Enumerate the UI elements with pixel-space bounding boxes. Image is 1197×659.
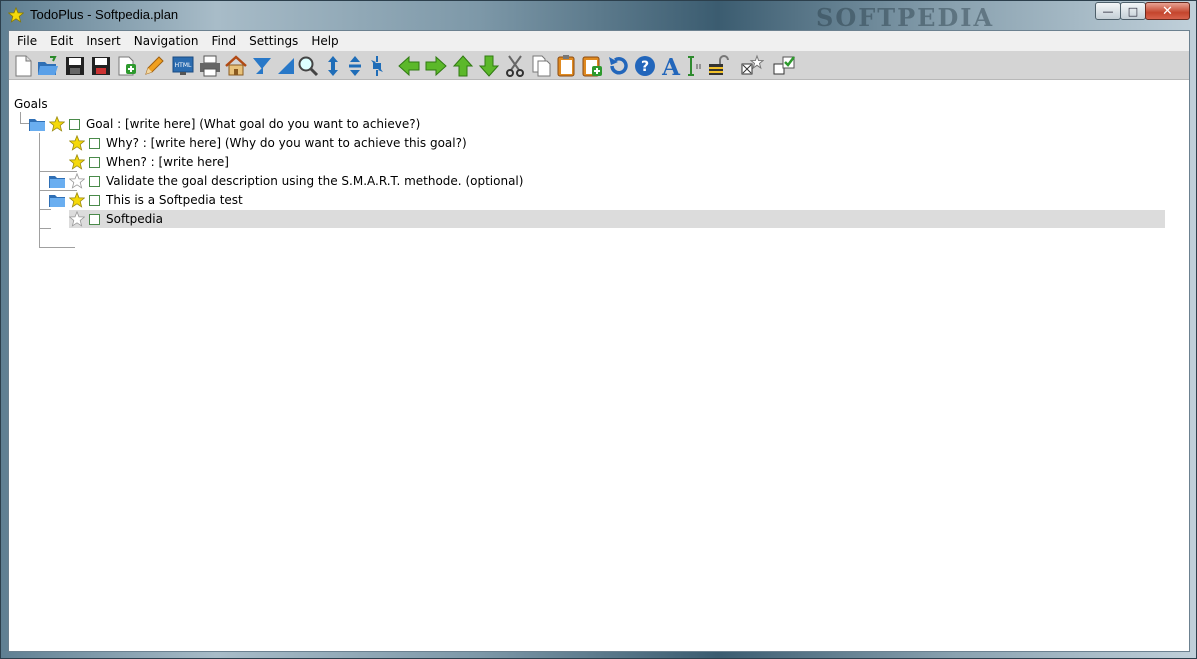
- new-file-icon[interactable]: [11, 54, 35, 78]
- close-button[interactable]: ✕: [1145, 2, 1190, 20]
- menu-navigation[interactable]: Navigation: [128, 31, 205, 51]
- tree-node-when[interactable]: When? : [write here]: [69, 153, 229, 171]
- add-file-icon[interactable]: [115, 54, 139, 78]
- star-empty-icon[interactable]: [69, 173, 85, 189]
- task-checkbox[interactable]: [89, 156, 100, 168]
- move-vertical-icon[interactable]: [321, 54, 345, 78]
- tree-node-validate[interactable]: Validate the goal description using the …: [49, 172, 523, 190]
- search-icon[interactable]: [296, 54, 320, 78]
- folder-icon[interactable]: [29, 117, 45, 131]
- menu-settings[interactable]: Settings: [243, 31, 304, 51]
- star-gold-icon[interactable]: [69, 135, 85, 151]
- arrow-down-icon[interactable]: [477, 54, 501, 78]
- tree-node-why[interactable]: Why? : [write here] (Why do you want to …: [69, 134, 467, 152]
- node-label[interactable]: Why? : [write here] (Why do you want to …: [106, 136, 467, 150]
- tree-node-softpedia-test[interactable]: This is a Softpedia test: [49, 191, 243, 209]
- home-icon[interactable]: [224, 54, 248, 78]
- close-icon: ✕: [1162, 3, 1173, 19]
- menu-help[interactable]: Help: [305, 31, 344, 51]
- arrow-up-icon[interactable]: [451, 54, 475, 78]
- maximize-button[interactable]: □: [1120, 2, 1146, 20]
- checked-box-icon[interactable]: [772, 54, 796, 78]
- html-export-label: HTML: [175, 62, 192, 69]
- menu-insert[interactable]: Insert: [80, 31, 126, 51]
- node-label[interactable]: Validate the goal description using the …: [106, 174, 523, 188]
- svg-text:?: ?: [641, 59, 649, 75]
- folder-icon[interactable]: [49, 174, 65, 188]
- open-folder-icon[interactable]: [36, 54, 60, 78]
- folder-icon[interactable]: [49, 193, 65, 207]
- print-icon[interactable]: [198, 54, 222, 78]
- expand-icon[interactable]: [273, 54, 297, 78]
- move-all-icon[interactable]: [365, 54, 389, 78]
- html-export-icon[interactable]: HTML: [171, 54, 195, 78]
- task-checkbox[interactable]: [89, 137, 100, 149]
- pencil-icon[interactable]: [142, 54, 166, 78]
- app-star-icon: [8, 7, 24, 23]
- text-cursor-icon[interactable]: [683, 54, 707, 78]
- goal-tree: Goals Goal : [write here] (What goal do …: [9, 80, 1189, 651]
- unlock-icon[interactable]: [707, 54, 731, 78]
- save-icon[interactable]: [63, 54, 87, 78]
- help-icon[interactable]: ?: [633, 54, 657, 78]
- menu-bar: File Edit Insert Navigation Find Setting…: [9, 31, 1189, 51]
- title-bar[interactable]: TodoPlus - Softpedia.plan SOFTPEDIA — □ …: [1, 1, 1196, 32]
- move-up-down-icon[interactable]: [343, 54, 367, 78]
- task-checkbox[interactable]: [89, 194, 100, 206]
- copy-icon[interactable]: [529, 54, 553, 78]
- cut-icon[interactable]: [503, 54, 527, 78]
- star-gold-icon[interactable]: [69, 192, 85, 208]
- node-label[interactable]: Softpedia: [106, 212, 163, 226]
- watermark-logo: SOFTPEDIA: [816, 3, 995, 32]
- task-checkbox[interactable]: [89, 213, 100, 225]
- client-area: File Edit Insert Navigation Find Setting…: [8, 30, 1190, 652]
- maximize-icon: □: [1127, 4, 1139, 18]
- menu-file[interactable]: File: [11, 31, 43, 51]
- font-icon[interactable]: A: [659, 54, 683, 78]
- star-gold-icon[interactable]: [49, 116, 65, 132]
- node-label[interactable]: Goal : [write here] (What goal do you wa…: [86, 117, 420, 131]
- paste-icon[interactable]: [555, 54, 579, 78]
- minimize-icon: —: [1102, 4, 1114, 18]
- star-empty-icon[interactable]: [69, 211, 85, 227]
- toolbar: HTML ? A: [9, 51, 1189, 80]
- menu-edit[interactable]: Edit: [44, 31, 79, 51]
- node-label[interactable]: When? : [write here]: [106, 155, 229, 169]
- minimize-button[interactable]: —: [1095, 2, 1121, 20]
- task-checkbox[interactable]: [69, 118, 80, 130]
- star-gold-icon[interactable]: [69, 154, 85, 170]
- arrow-left-icon[interactable]: [397, 54, 421, 78]
- node-label[interactable]: This is a Softpedia test: [106, 193, 243, 207]
- tree-node-goal[interactable]: Goal : [write here] (What goal do you wa…: [29, 115, 420, 133]
- undo-icon[interactable]: [606, 54, 630, 78]
- checkbox-star-icon[interactable]: [740, 54, 764, 78]
- menu-find[interactable]: Find: [206, 31, 243, 51]
- arrow-right-icon[interactable]: [424, 54, 448, 78]
- app-window: TodoPlus - Softpedia.plan SOFTPEDIA — □ …: [0, 0, 1197, 659]
- tree-node-softpedia[interactable]: Softpedia: [69, 210, 1165, 228]
- paste-special-icon[interactable]: [580, 54, 604, 78]
- tree-root-label[interactable]: Goals: [14, 97, 48, 111]
- svg-text:A: A: [661, 54, 681, 78]
- window-title: TodoPlus - Softpedia.plan: [30, 7, 179, 22]
- collapse-icon[interactable]: [250, 54, 274, 78]
- save-as-icon[interactable]: [89, 54, 113, 78]
- task-checkbox[interactable]: [89, 175, 100, 187]
